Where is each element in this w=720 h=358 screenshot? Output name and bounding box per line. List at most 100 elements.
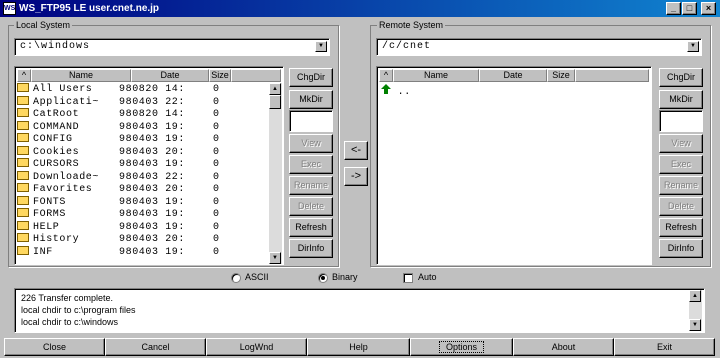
remote-header-name[interactable]: Name	[393, 69, 479, 82]
close-window-button[interactable]: ×	[701, 2, 716, 15]
scroll-thumb[interactable]	[269, 95, 281, 109]
file-name: CONFIG	[33, 134, 73, 145]
minimize-button[interactable]: _	[666, 2, 681, 15]
chevron-down-icon[interactable]: ▼	[687, 41, 699, 52]
table-row[interactable]: FORMS 980403 19: 0	[17, 208, 267, 222]
table-row[interactable]: COMMAND 980403 19: 0	[17, 120, 267, 135]
local-chgdir-button[interactable]: ChgDir	[289, 68, 333, 87]
file-name: Applicati~	[33, 96, 100, 108]
log-line: 226 Transfer complete.	[21, 293, 114, 303]
local-view-button[interactable]: View	[289, 134, 333, 153]
local-refresh-button[interactable]: Refresh	[289, 218, 333, 237]
logwnd-button-label: LogWnd	[239, 342, 274, 352]
local-file-list[interactable]: ^ Name Date Size All Users 980820 14: 0 App…	[14, 66, 284, 265]
remote-path-combo[interactable]: /c/cnet ▼	[376, 38, 702, 56]
auto-checkbox[interactable]	[403, 273, 413, 283]
scroll-up-icon[interactable]: ▲	[689, 290, 701, 302]
about-button[interactable]: About	[513, 338, 614, 356]
folder-icon	[17, 208, 29, 217]
local-header-size[interactable]: Size	[209, 69, 231, 82]
exit-button[interactable]: Exit	[614, 338, 715, 356]
close-button[interactable]: Close	[4, 338, 105, 356]
local-scrollbar[interactable]: ▲ ▼	[269, 83, 282, 264]
table-row[interactable]: Downloade~ 980403 22: 0	[17, 170, 267, 185]
local-system-title: Local System	[14, 20, 73, 30]
table-row[interactable]: Favorites 980403 20: 0	[17, 183, 267, 197]
file-date: 980403 19:	[119, 121, 186, 133]
local-exec-button[interactable]: Exec	[289, 155, 333, 174]
remote-rename-button[interactable]: Rename	[659, 176, 703, 195]
log-panel[interactable]: 226 Transfer complete. local chdir to c:…	[14, 288, 705, 333]
remote-dirinfo-button[interactable]: DirInfo	[659, 239, 703, 258]
local-rows: All Users 980820 14: 0 Applicati~ 980403 22:…	[15, 83, 269, 264]
file-name: CatRoot	[33, 109, 80, 120]
remote-refresh-button[interactable]: Refresh	[659, 218, 703, 237]
file-name: COMMAND	[33, 121, 80, 133]
table-row[interactable]: FONTS 980403 19: 0	[17, 195, 267, 210]
folder-icon	[17, 133, 29, 142]
local-mkdir-button[interactable]: MkDir	[289, 90, 333, 109]
remote-delete-button[interactable]: Delete	[659, 197, 703, 216]
file-size: 0	[213, 246, 220, 258]
remote-view-button[interactable]: View	[659, 134, 703, 153]
table-row[interactable]: CatRoot 980820 14: 0	[17, 108, 267, 122]
folder-icon	[17, 245, 29, 255]
maximize-button[interactable]: □	[682, 2, 697, 15]
local-header-name[interactable]: Name	[31, 69, 131, 82]
local-filter-input[interactable]	[289, 110, 333, 132]
file-size: 0	[213, 209, 220, 220]
ascii-radio[interactable]	[231, 273, 241, 283]
cancel-button[interactable]: Cancel	[105, 338, 206, 356]
scroll-down-icon[interactable]: ▼	[689, 319, 701, 331]
remote-filter-input[interactable]	[659, 110, 703, 132]
chevron-down-icon[interactable]: ▼	[315, 41, 327, 52]
transfer-to-local-button[interactable]: <-	[344, 141, 368, 160]
local-delete-button[interactable]: Delete	[289, 197, 333, 216]
local-dirinfo-button[interactable]: DirInfo	[289, 239, 333, 258]
sort-up-icon[interactable]: ^	[379, 69, 393, 82]
local-path-value: c:\windows	[20, 41, 91, 52]
file-size: 0	[213, 184, 220, 195]
remote-header-date[interactable]: Date	[479, 69, 547, 82]
file-name: HELP	[33, 221, 60, 233]
file-date: 980403 19:	[119, 246, 186, 258]
local-header-date[interactable]: Date	[131, 69, 209, 82]
remote-exec-button[interactable]: Exec	[659, 155, 703, 174]
help-button[interactable]: Help	[307, 338, 410, 356]
remote-header-filler	[575, 69, 649, 82]
file-size: 0	[213, 196, 220, 208]
list-item[interactable]: ..	[381, 84, 411, 98]
file-date: 980820 14:	[119, 109, 186, 120]
scroll-up-icon[interactable]: ▲	[269, 83, 281, 95]
binary-radio[interactable]	[318, 273, 328, 283]
file-name: Downloade~	[33, 171, 100, 183]
remote-header-size[interactable]: Size	[547, 69, 575, 82]
ascii-label: ASCII	[245, 272, 269, 282]
cancel-button-label: Cancel	[141, 342, 170, 352]
remote-file-list[interactable]: ^ Name Date Size ..	[376, 66, 652, 265]
local-rename-button[interactable]: Rename	[289, 176, 333, 195]
remote-mkdir-button[interactable]: MkDir	[659, 90, 703, 109]
log-line: local chdir to c:\program files	[21, 305, 136, 315]
table-row[interactable]: All Users 980820 14: 0	[17, 83, 267, 97]
window-title: WS_FTP95 LE user.cnet.ne.jp	[19, 3, 160, 14]
local-path-combo[interactable]: c:\windows ▼	[14, 38, 330, 56]
table-row[interactable]: Applicati~ 980403 22: 0	[17, 95, 267, 110]
options-button[interactable]: Options	[410, 338, 513, 356]
transfer-to-remote-button[interactable]: ->	[344, 167, 368, 186]
table-row[interactable]: Cookies 980403 20: 0	[17, 145, 267, 160]
options-button-label: Options	[438, 341, 485, 353]
log-scrollbar[interactable]: ▲ ▼	[689, 290, 702, 331]
sort-up-icon[interactable]: ^	[17, 69, 31, 82]
table-row[interactable]: INF 980403 19: 0	[17, 245, 267, 260]
remote-chgdir-button[interactable]: ChgDir	[659, 68, 703, 87]
file-date: 980403 20:	[119, 234, 186, 245]
table-row[interactable]: CONFIG 980403 19: 0	[17, 133, 267, 147]
table-row[interactable]: CURSORS 980403 19: 0	[17, 158, 267, 172]
logwnd-button[interactable]: LogWnd	[206, 338, 307, 356]
file-name: INF	[33, 246, 53, 258]
scroll-down-icon[interactable]: ▼	[269, 252, 281, 264]
table-row[interactable]: History 980403 20: 0	[17, 233, 267, 247]
file-size: 0	[213, 221, 220, 233]
table-row[interactable]: HELP 980403 19: 0	[17, 220, 267, 235]
